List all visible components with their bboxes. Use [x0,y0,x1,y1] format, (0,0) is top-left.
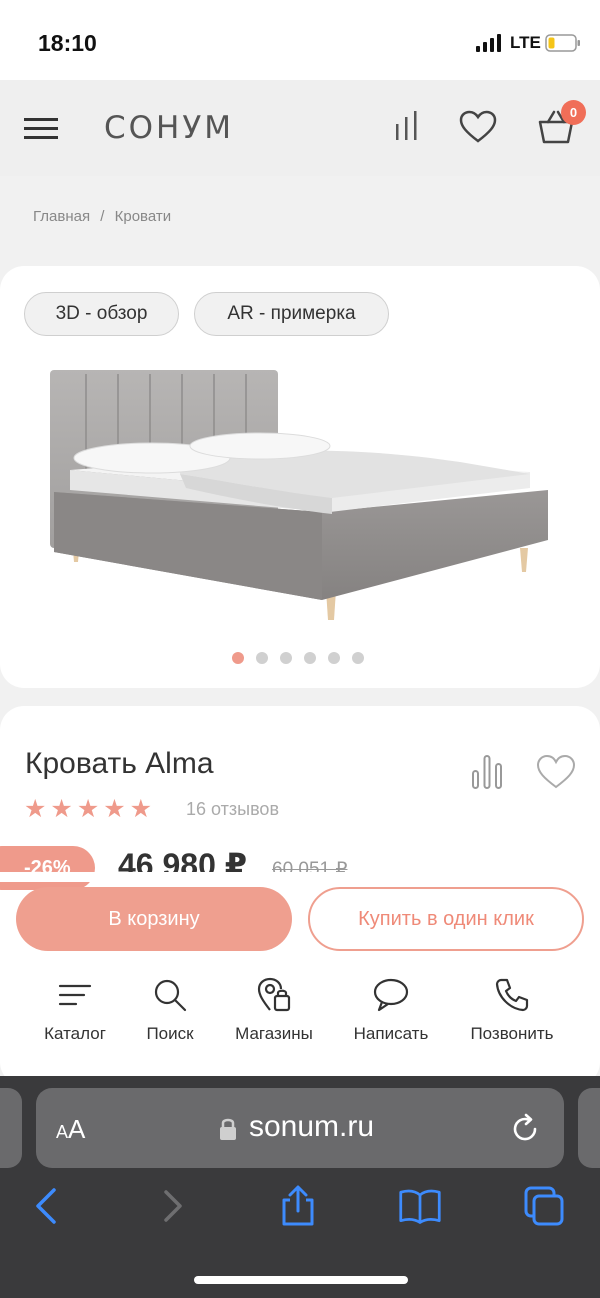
site-logo[interactable]: СОНУМ [104,110,234,146]
home-indicator[interactable] [194,1276,408,1284]
nav-stores[interactable]: Магазины [219,968,329,1044]
product-gallery-card: 3D - обзор AR - примерка [0,266,600,688]
nav-catalog[interactable]: Каталог [20,968,130,1044]
favorites-heart-icon[interactable] [458,110,498,144]
rating-stars: ★★★★★ [24,795,157,823]
breadcrumb-home[interactable]: Главная [33,208,90,225]
breadcrumb-separator: / [100,208,105,225]
3d-view-button[interactable]: 3D - обзор [24,292,179,336]
ar-tryon-button[interactable]: AR - примерка [194,292,389,336]
network-type: LTE [510,33,541,52]
product-info-card: Кровать Alma ★★★★★ 16 отзывов -26% 46 98… [0,706,600,1086]
reload-icon[interactable] [508,1112,542,1146]
aa-small: A [56,1122,69,1142]
site-header: СОНУМ [0,80,600,176]
chat-icon [373,978,409,1012]
search-icon [154,979,187,1012]
gallery-dot[interactable] [304,652,316,664]
bottom-navigation: Каталог Поиск Магазины Написать Позвонит… [16,968,584,1068]
gallery-dot[interactable] [280,652,292,664]
address-bar[interactable]: AA sonum.ru [36,1088,564,1168]
browser-toolbar: AA sonum.ru [0,1076,600,1298]
battery-icon [545,34,580,52]
forward-icon[interactable] [152,1184,196,1228]
back-icon[interactable] [24,1184,68,1228]
nav-label: Каталог [44,1024,106,1043]
share-icon[interactable] [276,1184,320,1228]
reader-aa-button[interactable]: AA [56,1114,85,1145]
reviews-link[interactable]: 16 отзывов [186,799,279,820]
gallery-dot[interactable] [256,652,268,664]
url-text: sonum.ru [249,1110,375,1143]
nav-label: Магазины [235,1024,313,1043]
breadcrumb-beds[interactable]: Кровати [115,208,171,225]
nav-label: Поиск [146,1024,194,1043]
tabs-icon[interactable] [522,1184,566,1228]
gallery-dot[interactable] [352,652,364,664]
nav-label: Написать [353,1024,429,1043]
next-tab-peek[interactable] [578,1088,600,1168]
store-location-icon [257,977,291,1012]
breadcrumb: Главная / Кровати [33,208,177,225]
favorite-heart-icon[interactable] [535,754,577,790]
compare-icon[interactable] [393,110,421,142]
nav-call[interactable]: Позвонить [457,968,567,1044]
catalog-icon [58,984,92,1006]
gallery-pagination [232,651,376,669]
phone-icon [495,978,529,1012]
compare-icon[interactable] [470,754,504,790]
buy-one-click-button[interactable]: Купить в один клик [308,887,584,951]
status-time: 18:10 [38,30,97,56]
add-to-cart-button[interactable]: В корзину [16,887,292,951]
aa-large: A [68,1114,86,1144]
cart-count-badge: 0 [561,100,586,125]
nav-label: Позвонить [470,1024,554,1043]
bookmarks-icon[interactable] [398,1184,442,1228]
lock-icon [220,1118,236,1140]
product-title: Кровать Alma [25,747,214,780]
discount-badge: -26% [0,846,95,890]
status-bar: 18:10 LTE [0,0,600,80]
cellular-signal-icon [476,34,501,52]
nav-write[interactable]: Написать [336,968,446,1044]
hamburger-menu-icon[interactable] [22,114,60,142]
sticky-bar-edge [0,872,600,882]
gallery-dot[interactable] [328,652,340,664]
product-image-bed[interactable] [40,362,560,632]
gallery-dot-active[interactable] [232,652,244,664]
previous-tab-peek[interactable] [0,1088,22,1168]
nav-search[interactable]: Поиск [115,968,225,1044]
